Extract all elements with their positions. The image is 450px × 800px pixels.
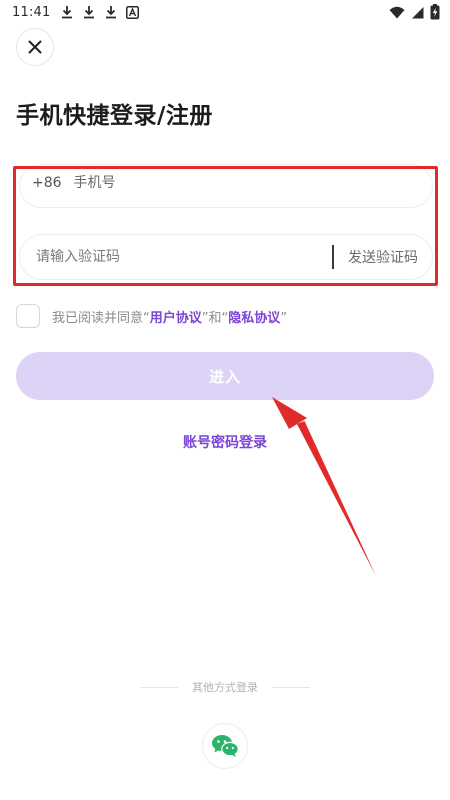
status-left: 11:41 xyxy=(12,4,140,20)
quote-open: “ xyxy=(143,310,150,326)
agreement-text: 我已阅读并同意“用户协议”和“隐私协议” xyxy=(52,307,287,326)
quote-close: ” xyxy=(201,310,209,326)
signal-icon xyxy=(412,6,424,18)
agreement-row: 我已阅读并同意“用户协议”和“隐私协议” xyxy=(16,304,287,328)
download-icon xyxy=(106,6,117,19)
other-login-label: 其他方式登录 xyxy=(192,681,258,694)
login-screen: 11:41 手机快捷登录/注册 +86 手机号 请输入验证码 发送验证码 我已阅… xyxy=(0,0,450,800)
download-icon xyxy=(84,6,95,19)
privacy-agreement-link[interactable]: 隐私协议 xyxy=(228,311,280,326)
divider-line-left xyxy=(140,686,178,688)
password-login-label[interactable]: 账号密码登录 xyxy=(183,435,267,451)
enter-button[interactable]: 进入 xyxy=(16,352,434,400)
download-icon xyxy=(62,6,73,19)
agreement-and: 和 xyxy=(208,310,222,326)
wechat-login-button[interactable] xyxy=(202,723,248,769)
password-login-link: 账号密码登录 xyxy=(0,432,450,452)
notification-icons xyxy=(60,5,140,19)
status-right xyxy=(389,4,440,20)
status-time: 11:41 xyxy=(12,4,51,20)
phone-field[interactable]: +86 xyxy=(19,164,433,208)
verification-code-field[interactable]: 发送验证码 xyxy=(19,234,433,280)
divider-line-right xyxy=(272,686,310,688)
agreement-checkbox[interactable] xyxy=(16,304,40,328)
country-code[interactable]: +86 xyxy=(32,175,62,191)
quote-close: ” xyxy=(280,310,288,326)
page-title: 手机快捷登录/注册 xyxy=(16,103,213,129)
send-code-button[interactable]: 发送验证码 xyxy=(348,235,418,279)
close-icon xyxy=(28,40,42,54)
close-button[interactable] xyxy=(16,28,54,66)
status-bar: 11:41 xyxy=(0,0,450,24)
verification-code-input[interactable] xyxy=(34,248,324,266)
agreement-prefix: 我已阅读并同意 xyxy=(52,310,144,326)
app-a-icon xyxy=(126,5,140,19)
wechat-icon xyxy=(212,735,239,757)
phone-input[interactable] xyxy=(71,174,372,192)
wifi-icon xyxy=(389,6,405,18)
user-agreement-link[interactable]: 用户协议 xyxy=(150,311,202,326)
battery-charging-icon xyxy=(430,4,440,20)
code-divider xyxy=(332,245,334,269)
other-login-divider: 其他方式登录 xyxy=(0,679,450,695)
